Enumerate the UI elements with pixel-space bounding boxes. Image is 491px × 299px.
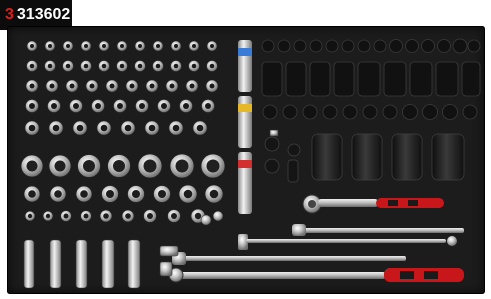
sliding-t-handle: [172, 252, 406, 265]
spinner-handle: [238, 234, 457, 250]
long-deep-sockets: [23, 239, 141, 289]
ratchet-wrench: [302, 194, 444, 214]
tool-illustration: [20, 38, 481, 289]
large-socket-row: [20, 153, 226, 179]
small-impact-sockets: [264, 136, 301, 183]
adapters-group: [159, 129, 279, 277]
breaker-bar: [168, 267, 464, 283]
extension-bar: [292, 224, 464, 236]
long-impact-sockets: [311, 133, 465, 181]
medium-socket-rows: [23, 184, 224, 224]
impact-socket-rows: [261, 38, 481, 120]
bit-sockets-column: [238, 40, 252, 214]
small-socket-group: [24, 40, 219, 136]
